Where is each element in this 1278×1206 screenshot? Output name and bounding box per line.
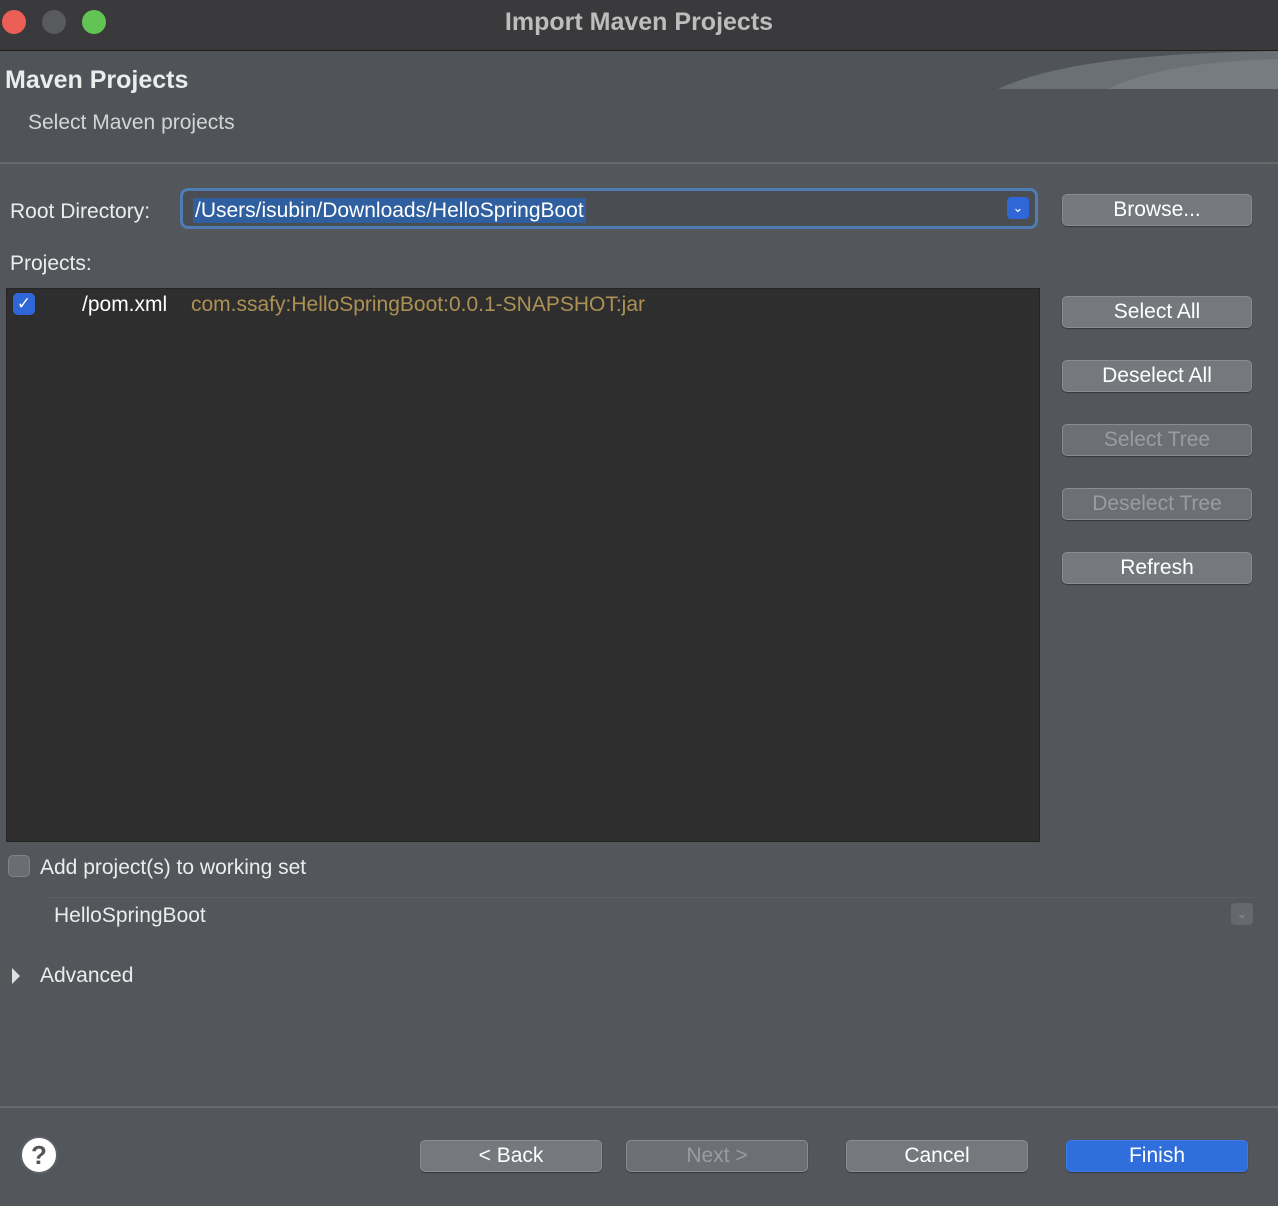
wizard-banner: Maven Projects Select Maven projects — [0, 51, 1278, 164]
cancel-button[interactable]: Cancel — [846, 1140, 1028, 1172]
working-set-label[interactable]: Add project(s) to working set — [40, 856, 306, 880]
deselect-tree-button[interactable]: Deselect Tree — [1062, 488, 1252, 520]
banner-swoosh-graphic — [998, 51, 1278, 89]
next-button[interactable]: Next > — [626, 1140, 808, 1172]
root-directory-combo[interactable]: /Users/isubin/Downloads/HelloSpringBoot … — [180, 188, 1038, 229]
project-path: /pom.xml — [82, 293, 168, 316]
browse-button[interactable]: Browse... — [1062, 194, 1252, 226]
projects-tree[interactable]: ✓ /pom.xml com.ssafy:HelloSpringBoot:0.0… — [6, 288, 1040, 842]
chevron-down-icon[interactable]: ⌄ — [1231, 903, 1253, 925]
back-button[interactable]: < Back — [420, 1140, 602, 1172]
projects-label: Projects: — [10, 252, 92, 275]
page-subtitle: Select Maven projects — [28, 111, 235, 134]
root-directory-label: Root Directory: — [10, 200, 151, 223]
page-title: Maven Projects — [5, 66, 189, 94]
window-titlebar: Import Maven Projects — [0, 0, 1278, 51]
deselect-all-button[interactable]: Deselect All — [1062, 360, 1252, 392]
project-checkbox[interactable]: ✓ — [13, 293, 35, 315]
window-title: Import Maven Projects — [504, 8, 774, 36]
help-icon[interactable]: ? — [20, 1136, 58, 1174]
select-all-button[interactable]: Select All — [1062, 296, 1252, 328]
working-set-combo[interactable]: HelloSpringBoot ⌄ — [46, 897, 1258, 935]
chevron-down-icon[interactable]: ⌄ — [1007, 197, 1029, 219]
finish-button[interactable]: Finish — [1066, 1140, 1248, 1172]
working-set-checkbox[interactable] — [8, 855, 30, 877]
select-tree-button[interactable]: Select Tree — [1062, 424, 1252, 456]
advanced-toggle[interactable]: Advanced — [40, 964, 133, 988]
project-artifact-id: com.ssafy:HelloSpringBoot:0.0.1-SNAPSHOT… — [191, 293, 646, 316]
working-set-value: HelloSpringBoot — [54, 904, 206, 927]
root-directory-value[interactable]: /Users/isubin/Downloads/HelloSpringBoot — [193, 198, 586, 223]
refresh-button[interactable]: Refresh — [1062, 552, 1252, 584]
disclosure-triangle-icon[interactable] — [12, 968, 20, 984]
list-item[interactable]: ✓ /pom.xml com.ssafy:HelloSpringBoot:0.0… — [7, 289, 1039, 321]
footer-divider — [0, 1106, 1278, 1108]
